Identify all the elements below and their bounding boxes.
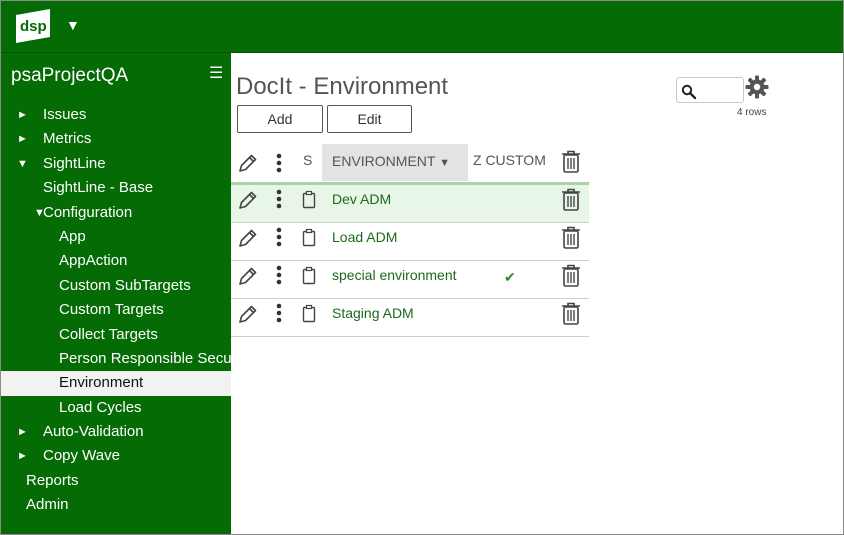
sort-down-icon: ▼ (439, 157, 450, 169)
column-header-environment[interactable]: ENVIRONMENT ▼ (322, 144, 468, 181)
sidebar-item-issues[interactable]: ► Issues (1, 103, 231, 127)
sidebar-item-custom-targets[interactable]: Custom Targets (1, 298, 231, 322)
gear-icon[interactable] (745, 75, 769, 99)
environment-link[interactable]: Staging ADM (332, 305, 414, 321)
sidebar-item-copy-wave[interactable]: ► Copy Wave (1, 444, 231, 468)
hamburger-icon[interactable]: ☰ (209, 63, 223, 83)
table-row[interactable]: Staging ADM (231, 299, 589, 337)
environment-link[interactable]: Load ADM (332, 229, 397, 245)
sidebar-item-label: SightLine (43, 154, 106, 172)
sidebar-item-label: SightLine - Base (43, 179, 154, 197)
svg-text:dsp: dsp (20, 18, 47, 35)
delete-trash-icon[interactable] (560, 301, 582, 327)
search-icon (681, 84, 697, 100)
row-menu-icon[interactable] (275, 302, 283, 324)
sidebar-item-admin[interactable]: Admin (1, 493, 231, 517)
collapsed-arrow-icon: ► (17, 109, 28, 121)
dsp-logo[interactable]: dsp (14, 7, 54, 45)
environment-link[interactable]: special environment (332, 267, 457, 283)
sidebar-item-load-cycles[interactable]: Load Cycles (1, 396, 231, 420)
sidebar-item-label: AppAction (59, 252, 128, 270)
sidebar-item-label: Admin (26, 496, 69, 514)
sidebar-item-metrics[interactable]: ► Metrics (1, 127, 231, 151)
caret-down-icon[interactable]: ▼ (66, 17, 80, 33)
collapsed-arrow-icon: ► (17, 133, 28, 146)
delete-trash-icon[interactable] (560, 225, 582, 251)
sidebar-item-auto-validation[interactable]: ► Auto-Validation (1, 420, 231, 444)
edit-pencil-icon[interactable] (237, 189, 259, 211)
environment-header-label: ENVIRONMENT (332, 153, 436, 169)
sidebar-item-custom-subtargets[interactable]: Custom SubTargets (1, 274, 231, 298)
sidebar-item-app[interactable]: App (1, 225, 231, 249)
table-row[interactable]: Dev ADM (231, 185, 589, 223)
sidebar-item-label: App (59, 227, 86, 245)
sidebar-item-label: Collect Targets (59, 325, 158, 343)
table-row[interactable]: special environment ✔ (231, 261, 589, 299)
clipboard-icon[interactable] (301, 266, 317, 286)
row-menu-icon[interactable] (275, 264, 283, 286)
kebab-menu-icon (276, 153, 282, 173)
search-input[interactable] (676, 77, 744, 103)
clipboard-icon[interactable] (301, 228, 317, 248)
column-header-z-custom[interactable]: Z CUSTOM (473, 152, 546, 168)
sidebar-item-person-responsible-security[interactable]: Person Responsible Security (1, 347, 231, 371)
sidebar-item-label: Auto-Validation (43, 423, 144, 441)
row-menu-icon[interactable] (275, 188, 283, 210)
row-menu-icon[interactable] (275, 226, 283, 248)
sidebar: psaProjectQA ☰ ► Issues ► Metrics ▼ SightLine… (1, 53, 231, 534)
edit-pencil-icon[interactable] (237, 303, 259, 325)
page-title: DocIt - Environment (236, 73, 449, 100)
column-header-s[interactable]: S (303, 152, 312, 168)
z-custom-check-icon: ✔ (504, 269, 516, 285)
sidebar-item-environment[interactable]: Environment (1, 371, 231, 396)
sidebar-item-sightline-base[interactable]: SightLine - Base (1, 176, 231, 200)
sidebar-item-label: Custom SubTargets (59, 276, 191, 294)
add-button[interactable]: Add (237, 105, 323, 133)
sidebar-item-reports[interactable]: Reports (1, 469, 231, 493)
collapsed-arrow-icon: ► (17, 450, 28, 463)
edit-pencil-icon[interactable] (237, 265, 259, 287)
top-bar: dsp ▼ (1, 1, 843, 53)
sidebar-item-label: Custom Targets (59, 301, 164, 319)
environment-link[interactable]: Dev ADM (332, 191, 391, 207)
sidebar-item-label: Configuration (43, 203, 133, 221)
delete-trash-icon[interactable] (560, 187, 582, 213)
sidebar-item-collect-targets[interactable]: Collect Targets (1, 323, 231, 347)
edit-button[interactable]: Edit (327, 105, 412, 133)
collapsed-arrow-icon: ► (17, 426, 28, 439)
pencil-icon (239, 154, 257, 172)
clipboard-icon[interactable] (301, 190, 317, 210)
sidebar-item-label: Person Responsible Security (59, 349, 231, 367)
edit-pencil-icon[interactable] (237, 227, 259, 249)
sidebar-item-label: Reports (26, 471, 79, 489)
rows-count: 4 rows (737, 107, 767, 118)
sidebar-item-appaction[interactable]: AppAction (1, 249, 231, 273)
table-header: S ENVIRONMENT ▼ Z CUSTOM (231, 143, 589, 183)
clipboard-icon[interactable] (301, 304, 317, 324)
sidebar-item-label: Environment (59, 374, 144, 392)
table-row[interactable]: Load ADM (231, 223, 589, 261)
expanded-arrow-icon: ▼ (17, 157, 28, 170)
sidebar-item-label: Metrics (43, 130, 92, 148)
project-title: psaProjectQA (11, 65, 129, 86)
sidebar-item-label: Issues (43, 106, 87, 123)
sidebar-item-configuration[interactable]: ▼ Configuration (1, 201, 231, 225)
sidebar-item-label: Load Cycles (59, 398, 142, 416)
sidebar-item-sightline[interactable]: ▼ SightLine (1, 152, 231, 176)
sidebar-nav: ► Issues ► Metrics ▼ SightLine SightLine - Bas… (1, 103, 231, 518)
delete-trash-icon[interactable] (560, 263, 582, 289)
trash-icon (562, 150, 580, 173)
sidebar-item-label: Copy Wave (43, 447, 120, 465)
